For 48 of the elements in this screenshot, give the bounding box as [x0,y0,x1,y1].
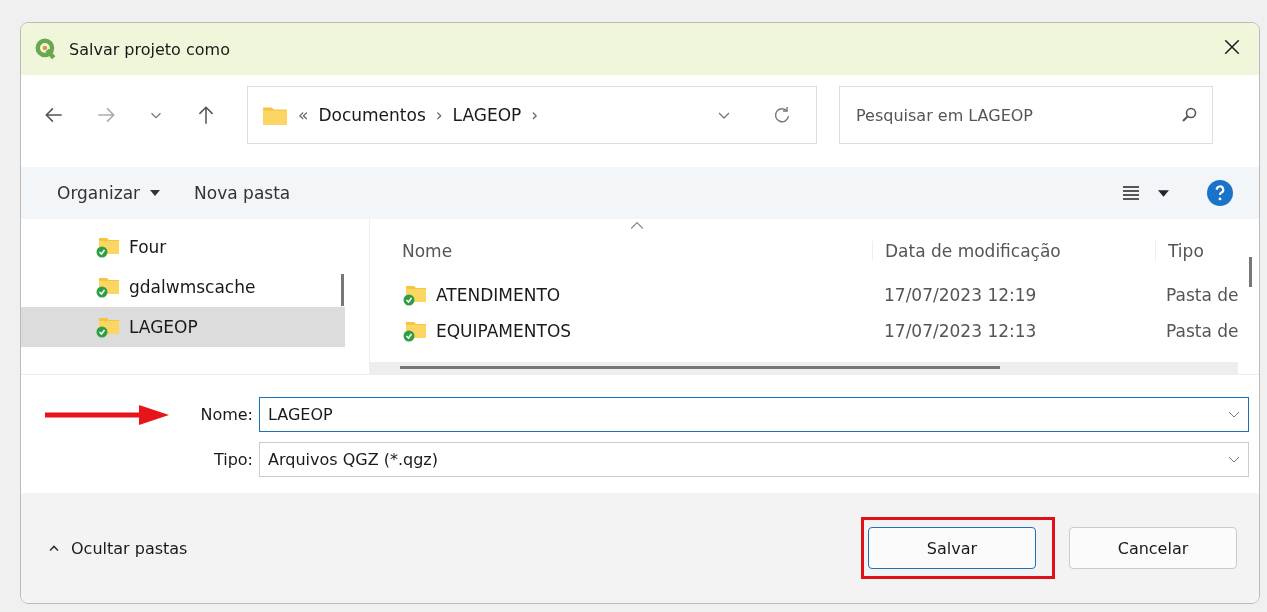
address-bar[interactable]: « Documentos › LAGEOP › [247,86,817,144]
modified-date: 17/07/2023 12:13 [883,321,1038,341]
help-icon[interactable] [1207,180,1233,206]
new-folder-button[interactable]: Nova pasta [186,179,299,207]
synced-folder-icon [95,236,121,258]
app-logo-icon [35,38,57,60]
cancel-button[interactable]: Cancelar [1069,527,1237,569]
breadcrumb-separator[interactable]: › [435,105,443,125]
search-field[interactable]: Pesquisar em LAGEOP [839,86,1213,144]
synced-folder-icon [402,284,428,306]
hide-folders-button[interactable]: Ocultar pastas [49,538,188,558]
file-name[interactable]: ATENDIMENTO [436,285,561,305]
breadcrumb-item[interactable]: Documentos [318,105,426,125]
breadcrumb-item[interactable]: LAGEOP [452,105,522,125]
view-list-icon[interactable] [1122,185,1140,201]
folder-icon [262,104,288,126]
caret-up-icon [49,544,59,552]
scrollbar-thumb[interactable] [1249,257,1252,287]
file-name[interactable]: EQUIPAMENTOS [436,321,572,341]
field-label: Nome: [199,405,254,424]
caret-icon [150,190,161,196]
sort-caret-icon [630,221,644,229]
combo-box[interactable]: Arquivos QGZ (*.qgz) [259,442,1249,477]
synced-folder-icon [95,276,121,298]
chevron-down-icon [1228,455,1240,464]
sidebar-item[interactable]: gdalwmscache [21,267,345,307]
caret-icon[interactable] [1158,189,1169,197]
file-type: Pasta de [1165,321,1240,341]
close-icon [1223,38,1241,56]
save-button[interactable]: Salvar [868,527,1036,569]
breadcrumb-separator[interactable]: › [531,105,539,125]
file-type: Pasta de [1165,285,1240,305]
column-header[interactable]: Nome [380,241,872,261]
synced-folder-icon [95,316,121,338]
combo-box[interactable]: LAGEOP [259,397,1249,432]
field-label: Tipo: [212,450,254,469]
scrollbar-thumb[interactable] [400,366,1000,369]
chevron-down-icon [1228,410,1240,419]
window-title: Salvar projeto como [69,39,230,59]
refresh-icon[interactable] [772,105,792,125]
synced-folder-icon [402,320,428,342]
sidebar-item[interactable]: Four [21,227,345,267]
column-header[interactable]: Data de modificação [872,241,1155,261]
organize-menu[interactable]: Organizar [49,179,169,207]
overflow-chevron[interactable]: « [298,105,309,125]
modified-date: 17/07/2023 12:19 [883,285,1038,305]
scrollbar-thumb[interactable] [341,274,344,306]
sidebar-item[interactable]: LAGEOP [21,307,345,347]
